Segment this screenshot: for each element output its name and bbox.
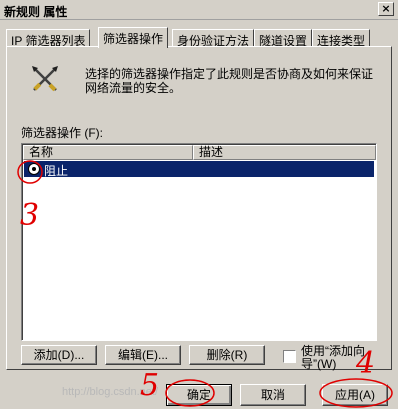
tab-connection-type[interactable]: 连接类型 (312, 29, 371, 48)
annotation-number-3: 3 (20, 198, 40, 233)
window-title: 新规则 属性 (4, 5, 68, 19)
title-bar: 新规则 属性 × (0, 0, 398, 20)
list-item[interactable]: 阻止 (24, 161, 374, 178)
wizard-checkbox[interactable] (283, 350, 296, 363)
remove-button[interactable]: 删除(R) (189, 345, 265, 365)
tab-tunnel-settings[interactable]: 隧道设置 (254, 29, 313, 48)
filter-action-panel: 选择的筛选器操作指定了此规则是否协商及如何来保证网络流量的安全。 筛选器操作 (… (6, 46, 392, 371)
tab-filter-action[interactable]: 筛选器操作 (98, 27, 169, 48)
close-button[interactable]: × (378, 2, 394, 16)
column-header-name[interactable]: 名称 (23, 145, 193, 160)
info-text: 选择的筛选器操作指定了此规则是否协商及如何来保证网络流量的安全。 (85, 67, 374, 95)
filter-action-list[interactable]: 名称 描述 阻止 (21, 143, 377, 341)
filter-action-list-label: 筛选器操作 (F): (21, 126, 103, 140)
tab-strip: IP 筛选器列表 筛选器操作 身份验证方法 隧道设置 连接类型 (6, 27, 392, 48)
tools-icon (32, 66, 58, 92)
annotation-number-4: 4 (356, 346, 376, 381)
edit-button[interactable]: 编辑(E)... (105, 345, 181, 365)
cancel-button[interactable]: 取消 (240, 384, 306, 406)
radio-selected-icon[interactable] (28, 163, 40, 175)
apply-button[interactable]: 应用(A) (322, 384, 388, 406)
tab-ip-filter-list[interactable]: IP 筛选器列表 (6, 29, 91, 48)
ok-button[interactable]: 确定 (166, 384, 232, 406)
column-header-description[interactable]: 描述 (193, 145, 376, 160)
add-button[interactable]: 添加(D)... (21, 345, 97, 365)
list-item-name: 阻止 (44, 164, 69, 178)
annotation-number-5: 5 (140, 368, 160, 403)
tab-auth-methods[interactable]: 身份验证方法 (172, 29, 255, 48)
